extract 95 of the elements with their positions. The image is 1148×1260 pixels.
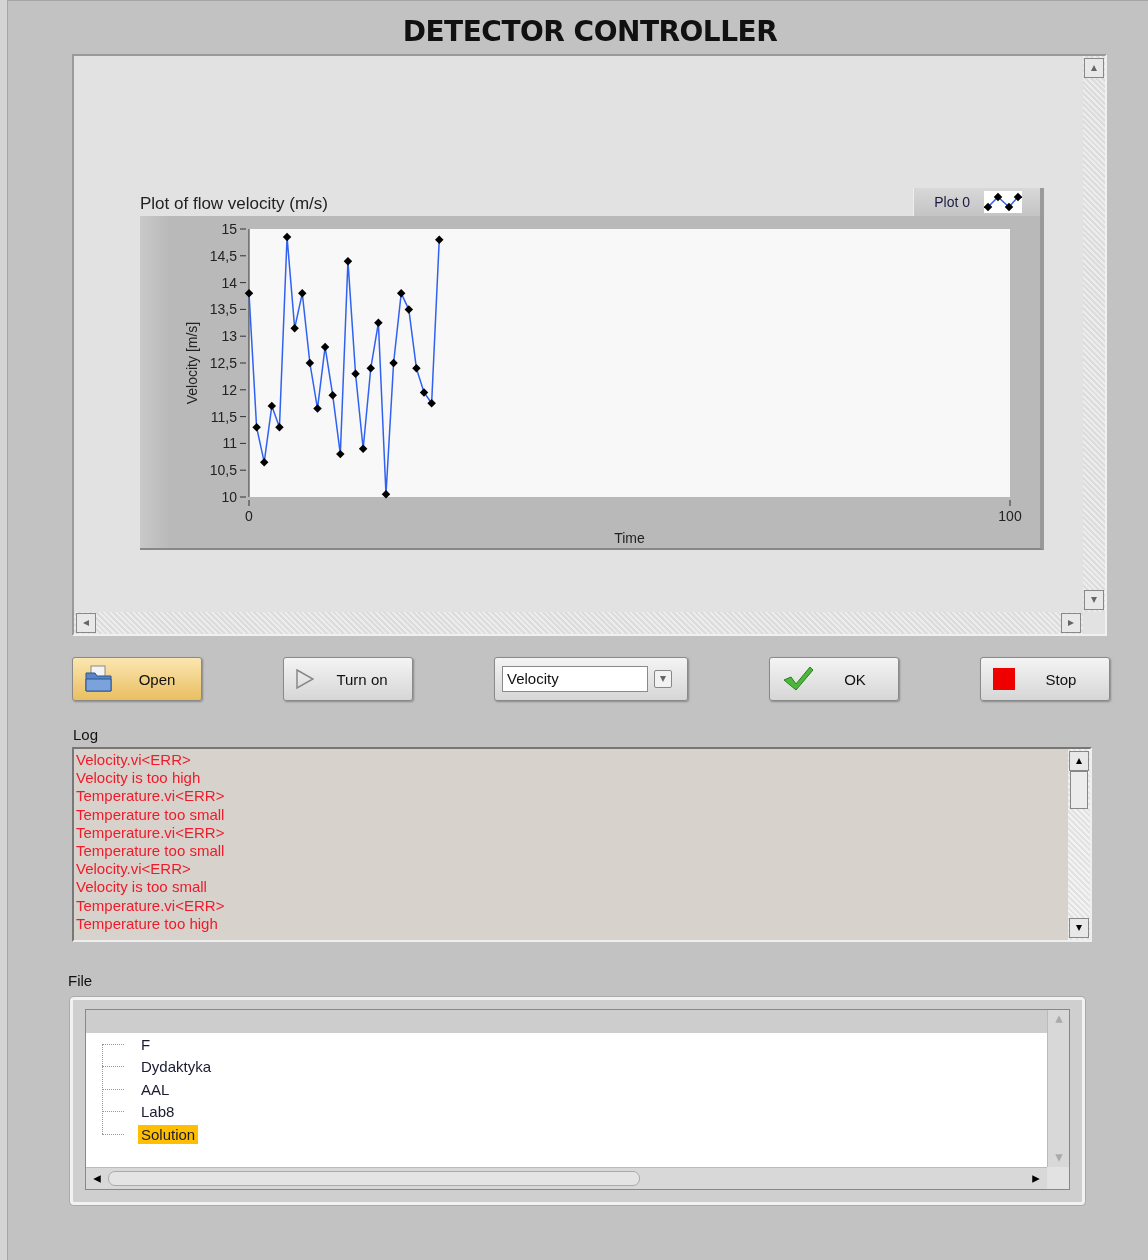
file-label: File: [68, 972, 94, 989]
tick-label: 100: [998, 508, 1022, 524]
data-point: [351, 369, 360, 378]
caret-icon: [1075, 924, 1083, 932]
log-line: Temperature too high: [76, 914, 219, 934]
data-point: [404, 305, 414, 314]
tick-label: 14,5: [209, 247, 237, 264]
tick-label: 10,5: [209, 462, 237, 479]
scroll-right-button[interactable]: [1061, 613, 1081, 633]
data-point: [290, 323, 299, 333]
scroll-up-button[interactable]: [1069, 751, 1089, 771]
turn-on-button[interactable]: Turn on: [283, 657, 413, 701]
axis-title: Time: [614, 530, 645, 546]
dropdown-field[interactable]: Velocity: [502, 666, 648, 692]
scroll-down-button[interactable]: [1069, 918, 1089, 938]
line-sample-icon: [984, 191, 1022, 213]
tree-item[interactable]: F: [138, 1034, 154, 1054]
play-icon: [296, 669, 314, 689]
data-point: [320, 342, 330, 352]
caret-icon: [1075, 757, 1083, 765]
scroll-down-icon: [1053, 1153, 1064, 1163]
data-point: [244, 289, 254, 298]
scroll-left-button[interactable]: [76, 613, 96, 633]
data-point: [313, 404, 322, 413]
vertical-scrollbar[interactable]: [1047, 1010, 1069, 1167]
tick-label: 13,5: [209, 301, 237, 318]
scrollbar-corner: [1047, 1167, 1069, 1189]
data-point: [336, 449, 345, 459]
log-line: Temperature.vi<ERR>: [76, 896, 226, 915]
log-line: Temperature.vi<ERR>: [76, 823, 226, 842]
data-point: [358, 444, 368, 453]
data-point: [366, 364, 375, 373]
tree-item[interactable]: AAL: [138, 1079, 173, 1099]
checkmark-icon: [782, 666, 814, 692]
tree-item[interactable]: Solution: [138, 1124, 199, 1144]
scroll-thumb[interactable]: [108, 1171, 640, 1186]
log-line: Velocity is too small: [76, 878, 208, 897]
data-point: [260, 457, 269, 467]
data-point: [412, 364, 421, 373]
log-line: Velocity.vi<ERR>: [76, 751, 192, 770]
tick-label: 11,5: [210, 408, 237, 425]
scroll-up-icon: [1053, 1014, 1064, 1024]
scroll-right-icon: [1031, 1173, 1041, 1184]
folder-icon: [85, 665, 115, 693]
caret-icon: [1090, 596, 1098, 604]
caret-icon: [1067, 619, 1075, 627]
caret-icon: [659, 675, 667, 683]
axis-title: Velocity [m/s]: [184, 321, 200, 405]
data-point: [396, 289, 406, 298]
data-point: [343, 256, 353, 266]
ok-button[interactable]: OK: [769, 657, 899, 701]
dropdown-arrow-button[interactable]: [654, 670, 672, 688]
scroll-thumb[interactable]: [1070, 771, 1088, 809]
tick-label: 12,5: [209, 355, 237, 371]
tick-label: 13: [221, 328, 237, 345]
tick-label: 0: [245, 508, 253, 524]
log-label: Log: [73, 726, 100, 743]
data-point: [275, 423, 284, 432]
tree-item[interactable]: Dydaktyka: [138, 1057, 215, 1077]
data-point: [252, 423, 261, 432]
log-line: Temperature too small: [76, 805, 226, 824]
horizontal-scrollbar[interactable]: [86, 1167, 1047, 1189]
tree-item[interactable]: Lab8: [138, 1102, 178, 1122]
caret-icon: [82, 619, 90, 627]
log-line: Temperature.vi<ERR>: [76, 787, 226, 806]
tick-label: 10: [221, 489, 237, 505]
data-point: [435, 235, 444, 244]
caret-icon: [1090, 64, 1098, 72]
window-title: DETECTOR CONTROLLER: [402, 15, 778, 48]
dropdown[interactable]: Velocity: [494, 657, 688, 701]
vertical-scrollbar[interactable]: [1068, 749, 1090, 940]
data-point: [267, 401, 277, 411]
log-line: Velocity is too high: [76, 769, 202, 788]
log-line: Velocity.vi<ERR>: [76, 860, 192, 879]
open-button[interactable]: Open: [72, 657, 202, 701]
stop-icon: [993, 668, 1015, 690]
data-point: [298, 289, 307, 298]
horizontal-scrollbar[interactable]: [74, 612, 1083, 634]
tick-label: 11: [222, 435, 237, 452]
log-line: Temperature too small: [76, 842, 226, 861]
data-point: [305, 358, 315, 368]
data-point: [381, 490, 391, 499]
data-point: [419, 388, 429, 397]
tick-label: 12: [221, 381, 237, 398]
tick-label: 14: [221, 274, 237, 291]
data-point: [282, 232, 292, 242]
data-point: [389, 358, 398, 368]
data-point: [374, 318, 383, 328]
tick-label: 15: [221, 221, 237, 237]
graph-title: Plot of flow velocity (m/s): [140, 194, 328, 214]
data-point: [427, 398, 436, 408]
legend-label: Plot 0: [934, 194, 970, 210]
data-point: [328, 390, 337, 400]
scroll-left-icon: [92, 1173, 102, 1184]
stop-button[interactable]: Stop: [980, 657, 1110, 701]
